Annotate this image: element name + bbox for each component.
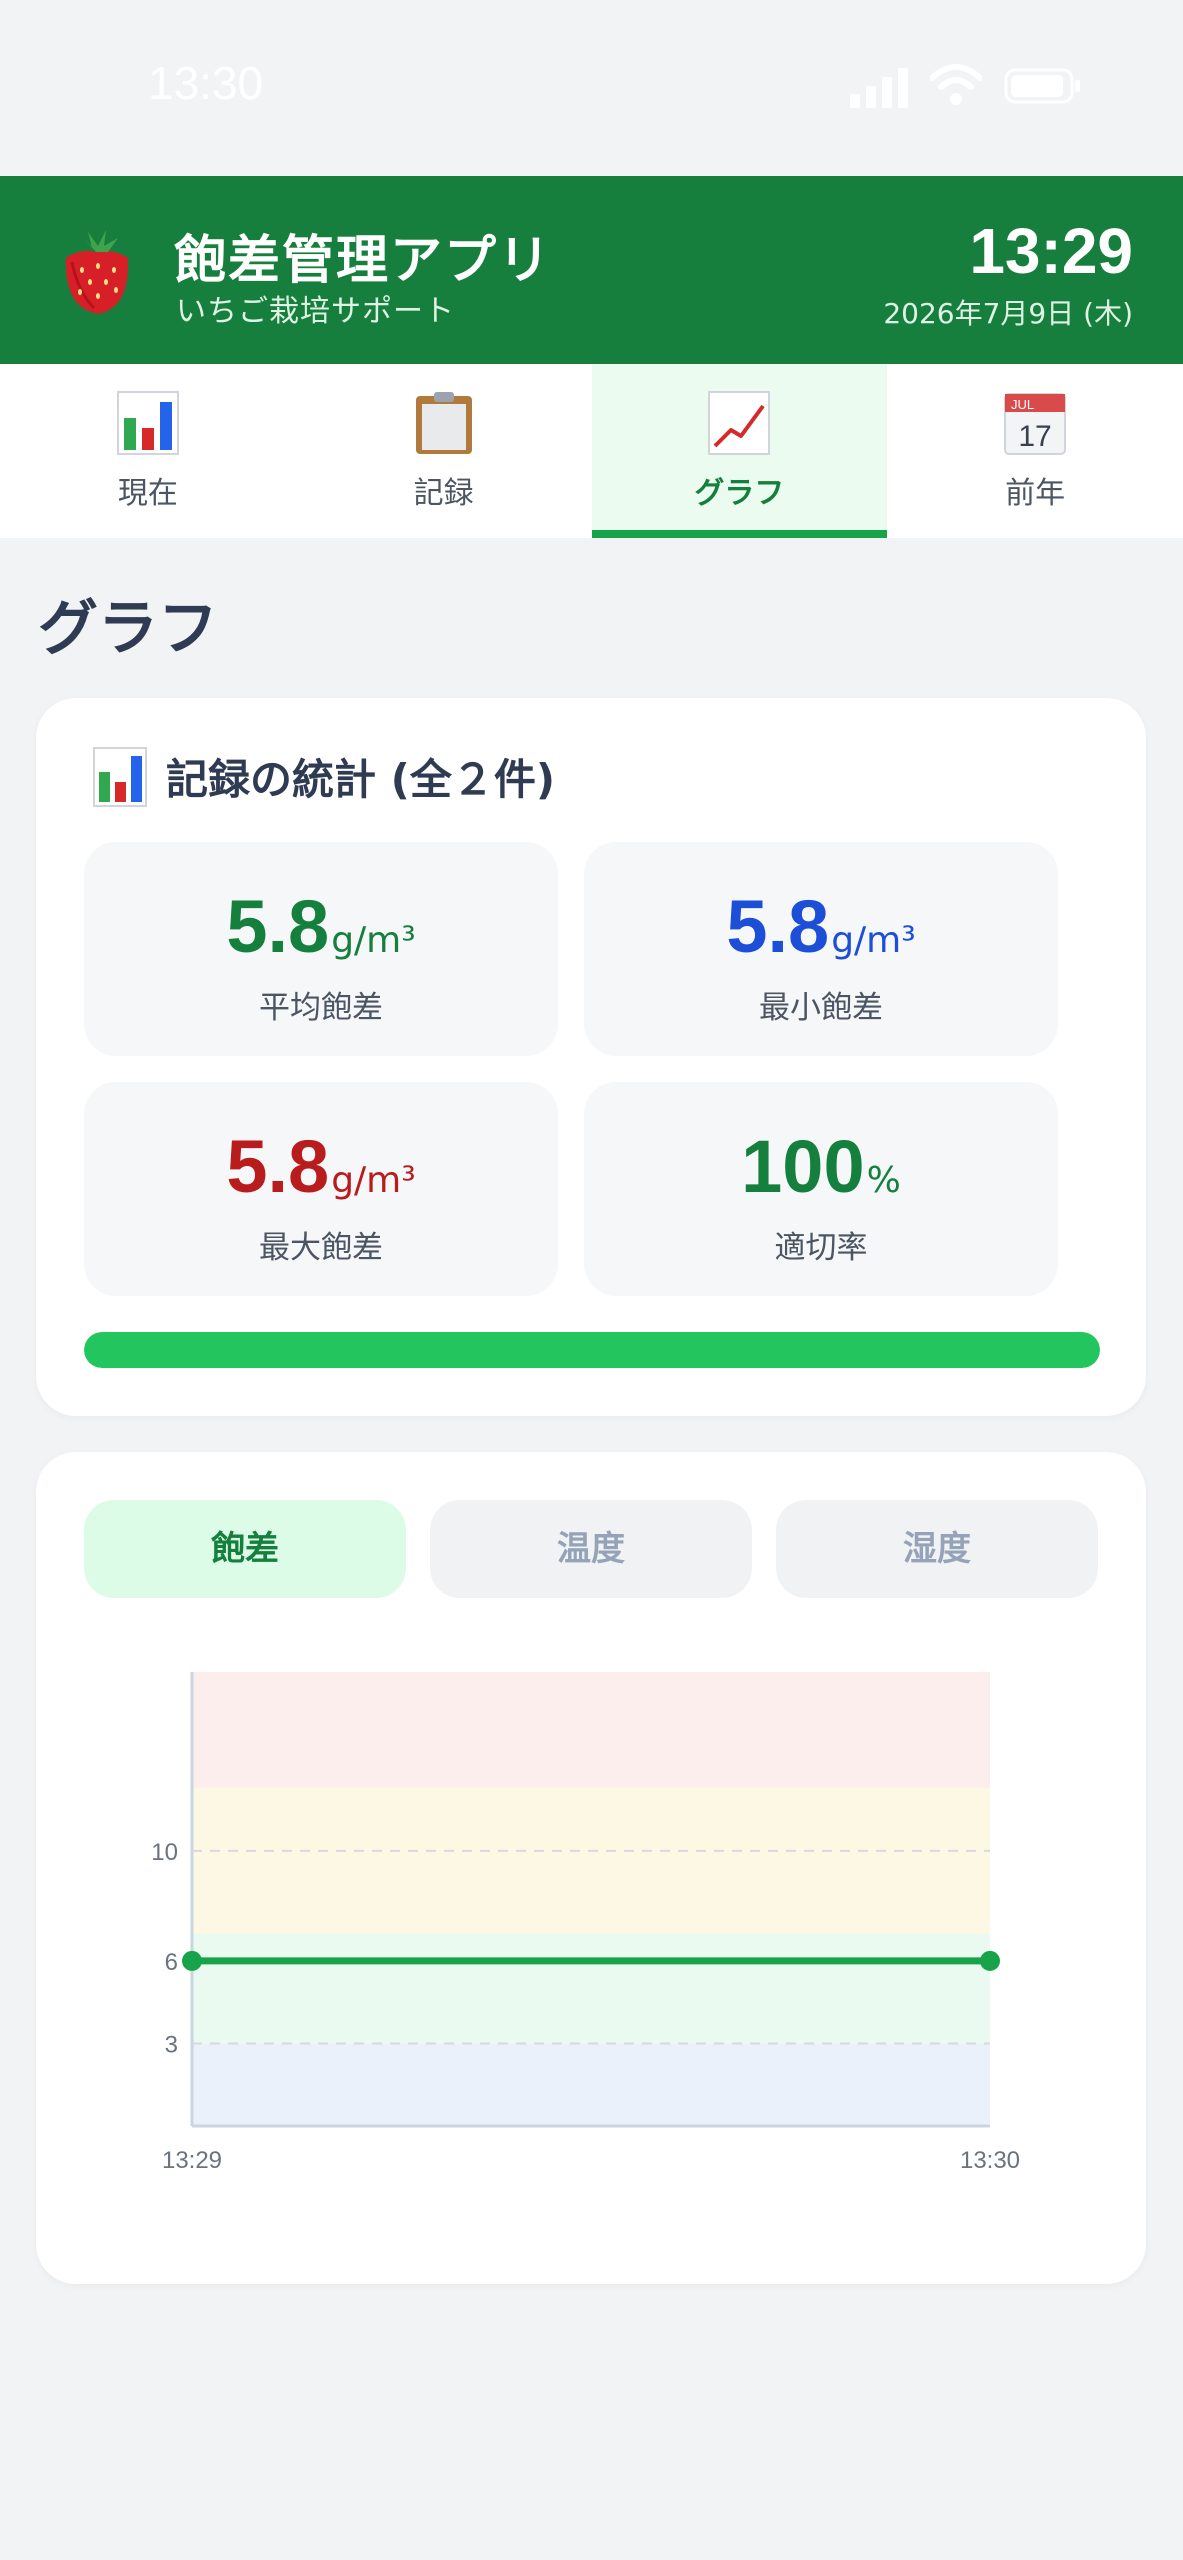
tab-label: 前年 [1005,476,1066,511]
cellular-signal-icon [850,68,908,108]
clipboard-icon [415,392,472,454]
stat-label: 平均飽差 [259,990,383,1026]
stat-label: 最大飽差 [259,1230,383,1266]
stat-unit: g/m³ [331,920,416,961]
bar-chart-icon [93,747,147,807]
tab-label: グラフ [694,476,785,511]
y-tick-label: 3 [165,2031,178,2058]
stat-value: 5.8 [226,1125,330,1208]
tab-bar: 現在 記録 グラフ JUL 17 前年 [0,364,1183,538]
stat-maximum: 5.8g/m³ 最大飽差 [84,1082,558,1296]
header-clock: 13:29 [969,215,1133,287]
stat-minimum: 5.8g/m³ 最小飽差 [584,842,1058,1056]
stat-appropriate-rate: 100% 適切率 [584,1082,1058,1296]
tab-records[interactable]: 記録 [296,364,592,538]
data-point [182,1950,202,1971]
stat-average: 5.8g/m³ 平均飽差 [84,842,558,1056]
stat-label: 適切率 [774,1230,868,1266]
stat-label: 最小飽差 [759,990,883,1026]
svg-text:17: 17 [1018,420,1051,453]
chart-band [192,1933,990,2044]
tab-label: 現在 [117,476,178,511]
x-tick-label: 13:30 [960,2147,1020,2174]
stat-unit: g/m³ [831,920,916,961]
stat-value: 5.8 [726,885,830,968]
app-header: 飽差管理アプリ いちご栽培サポート 13:29 2026年7月9日 (木) [0,176,1183,364]
status-time: 13:30 [148,57,264,109]
stat-value: 5.8 [226,885,330,968]
strawberry-icon [65,230,129,314]
line-chart-icon [708,391,771,455]
y-tick-label: 6 [165,1949,178,1976]
chart-card: 飽差 温度 湿度 3 6 10 13:29 13:30 [36,1452,1146,2284]
stat-unit: % [866,1160,901,1201]
bar-chart-icon [116,391,179,455]
status-bar: 13:30 [0,0,1183,176]
wifi-icon [930,64,982,105]
stat-unit: g/m³ [331,1160,416,1201]
stat-value: 100 [741,1125,865,1208]
svg-text:JUL: JUL [1011,397,1034,412]
appropriate-rate-bar [84,1332,1100,1368]
x-tick-label: 13:29 [162,2147,222,2174]
app-title: 飽差管理アプリ [174,231,553,291]
tab-graph[interactable]: グラフ [591,364,888,538]
header-date: 2026年7月9日 (木) [883,297,1133,330]
battery-icon [1004,68,1080,104]
app-subtitle: いちご栽培サポート [176,294,455,329]
y-tick-label: 10 [151,1839,178,1866]
tab-label: 記録 [413,476,474,511]
calendar-icon: JUL 17 [1004,393,1067,455]
data-point [980,1950,1000,1971]
chart-band [192,1672,990,1788]
tab-current[interactable]: 現在 [0,364,296,538]
stats-card: 記録の統計 (全２件) 5.8g/m³ 平均飽差 5.8g/m³ 最小飽差 5.… [36,698,1146,1416]
chart-band [192,2043,990,2126]
vpd-line-chart: 3 6 10 13:29 13:30 [151,1672,1020,2174]
chart-band [192,1787,990,1934]
tab-last-year[interactable]: JUL 17 前年 [887,364,1183,538]
stats-heading: 記録の統計 (全２件) [166,755,556,804]
page-title: グラフ [38,594,218,664]
appropriate-rate-fill [84,1332,1100,1368]
